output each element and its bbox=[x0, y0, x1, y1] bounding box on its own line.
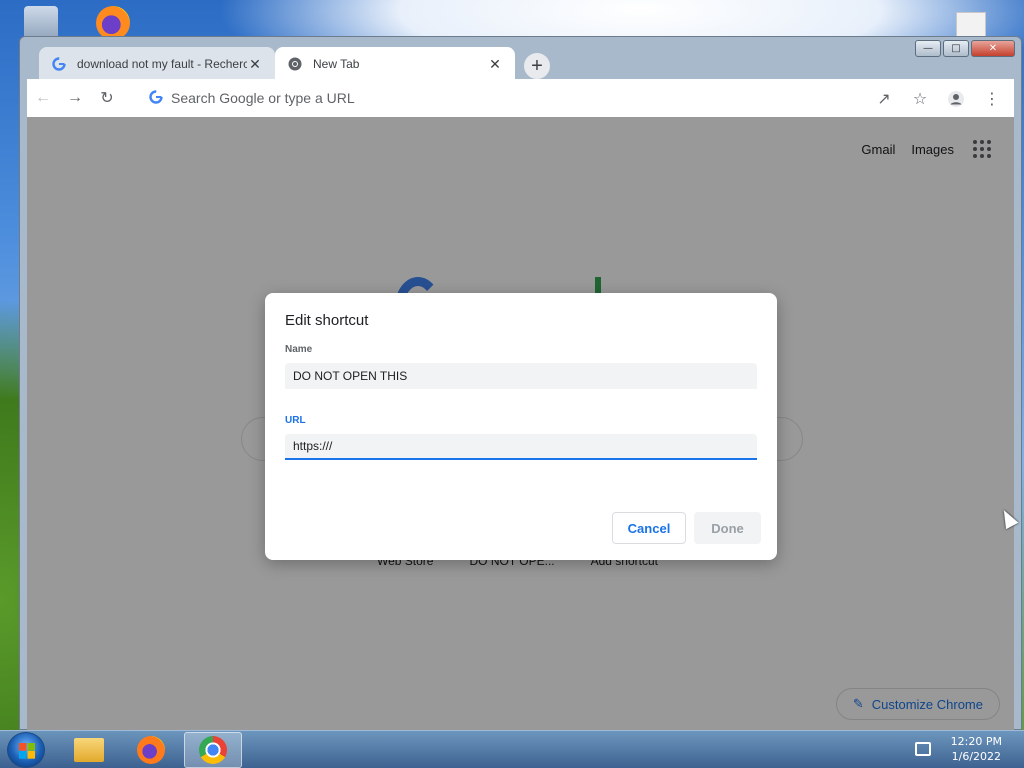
new-tab-button[interactable]: + bbox=[524, 53, 550, 79]
url-label: URL bbox=[285, 415, 306, 426]
tab-strip: download not my fault - Recherc ✕ New Ta… bbox=[27, 43, 1007, 81]
cancel-button[interactable]: Cancel bbox=[612, 512, 686, 544]
tab-title: New Tab bbox=[313, 57, 360, 71]
recycle-bin-icon[interactable] bbox=[24, 6, 58, 40]
firefox-desktop-icon[interactable] bbox=[96, 6, 130, 40]
tab-new-tab[interactable]: New Tab ✕ bbox=[275, 47, 515, 81]
system-tray: 12:20 PM 1/6/2022 bbox=[914, 734, 1002, 764]
google-g-icon bbox=[51, 56, 67, 72]
bookmark-star-icon[interactable]: ☆ bbox=[904, 83, 936, 115]
windows-logo-icon bbox=[19, 743, 35, 759]
clock-time: 12:20 PM bbox=[950, 735, 1002, 748]
url-field[interactable] bbox=[285, 434, 757, 460]
toolbar-actions: ↗ ☆ ⋮ bbox=[868, 83, 1008, 115]
forward-arrow-icon[interactable]: → bbox=[59, 82, 91, 114]
address-bar-placeholder: Search Google or type a URL bbox=[171, 90, 355, 106]
tab-title: download not my fault - Recherc bbox=[77, 57, 247, 71]
google-g-icon bbox=[149, 89, 163, 107]
taskbar-chrome[interactable] bbox=[184, 732, 242, 768]
folder-icon bbox=[74, 738, 104, 762]
chrome-icon bbox=[199, 736, 227, 764]
reload-icon[interactable]: ↻ bbox=[91, 82, 123, 114]
dialog-title: Edit shortcut bbox=[285, 312, 369, 329]
name-label: Name bbox=[285, 344, 313, 355]
chrome-icon bbox=[287, 56, 303, 72]
menu-kebab-icon[interactable]: ⋮ bbox=[976, 83, 1008, 115]
browser-toolbar: ← → ↻ Search Google or type a URL ↗ ☆ ⋮ bbox=[27, 79, 1014, 117]
edit-shortcut-dialog: Edit shortcut Name URL Cancel Done bbox=[265, 293, 777, 560]
done-button[interactable]: Done bbox=[694, 512, 761, 544]
taskbar-firefox[interactable] bbox=[122, 732, 180, 768]
start-button[interactable] bbox=[7, 732, 45, 768]
share-icon[interactable]: ↗ bbox=[868, 83, 900, 115]
name-field[interactable] bbox=[285, 363, 757, 389]
taskbar: 12:20 PM 1/6/2022 bbox=[0, 730, 1024, 768]
tab-close-icon[interactable]: ✕ bbox=[247, 56, 263, 73]
tab-close-icon[interactable]: ✕ bbox=[487, 56, 503, 73]
firefox-icon bbox=[137, 736, 165, 764]
taskbar-file-explorer[interactable] bbox=[60, 732, 118, 768]
back-arrow-icon[interactable]: ← bbox=[27, 82, 59, 114]
clock-date: 1/6/2022 bbox=[951, 750, 1002, 763]
clock[interactable]: 12:20 PM 1/6/2022 bbox=[951, 734, 1002, 764]
network-icon[interactable] bbox=[914, 742, 931, 756]
profile-icon[interactable] bbox=[940, 83, 972, 115]
tab-recherche[interactable]: download not my fault - Recherc ✕ bbox=[39, 47, 275, 81]
address-bar[interactable]: Search Google or type a URL bbox=[137, 83, 897, 113]
